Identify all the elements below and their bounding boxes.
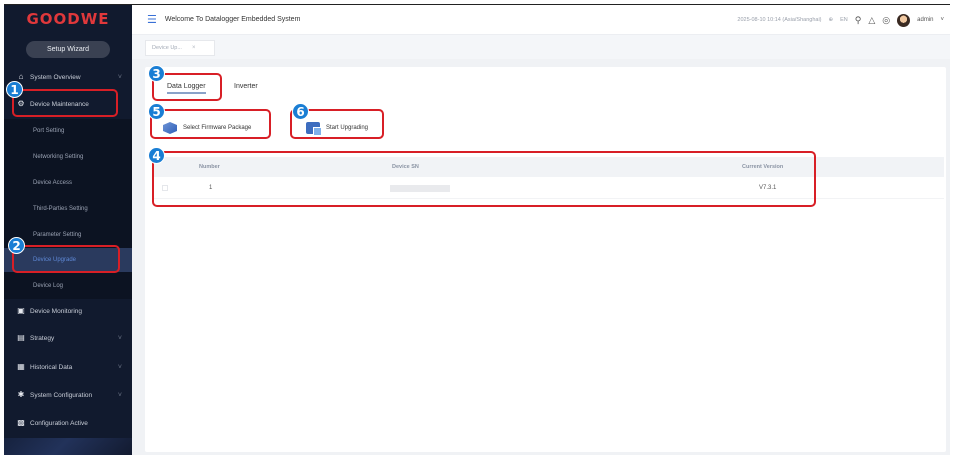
home-icon: ⌂	[18, 72, 24, 81]
sidebar-item-label: System Configuration	[30, 391, 93, 399]
tab-label: Device Up...	[152, 45, 182, 51]
sidebar-item-label: Historical Data	[30, 363, 73, 371]
sidebar-item-strategy[interactable]: ▤ Strategy ˅	[4, 327, 132, 349]
sidebar-item-system-overview[interactable]: ⌂ System Overview ˅	[4, 66, 132, 88]
callout-badge-3: 3	[148, 65, 165, 82]
header-tools: 2025-08-10 10:14 (Asia/Shanghai) ⊕ EN ⚲ …	[737, 5, 944, 35]
callout-badge-5: 5	[148, 103, 165, 120]
sidebar-item-third-parties-setting[interactable]: Third-Parties Setting	[4, 198, 132, 220]
page-tab-strip: Device Up... ×	[132, 35, 950, 59]
sidebar: GOODWE Setup Wizard ⌂ System Overview ˅ …	[4, 5, 132, 455]
sidebar-item-configuration-active[interactable]: ▩ Configuration Active	[4, 412, 132, 434]
highlight-select-firmware	[150, 109, 271, 139]
target-icon[interactable]: ◎	[882, 15, 890, 26]
highlight-device-upgrade	[12, 245, 120, 273]
app-window: GOODWE Setup Wizard ⌂ System Overview ˅ …	[4, 4, 950, 455]
chevron-down-icon: ˅	[117, 391, 122, 399]
globe-icon[interactable]: ⊕	[829, 17, 834, 23]
pin-icon[interactable]: ⚲	[855, 15, 862, 26]
menu-toggle-icon[interactable]: ☰	[147, 13, 157, 26]
sidebar-item-port-setting[interactable]: Port Setting	[4, 120, 132, 142]
close-icon[interactable]: ×	[192, 45, 196, 51]
history-icon: ▦	[17, 362, 25, 371]
sidebar-item-label: Strategy	[30, 334, 55, 342]
avatar[interactable]	[897, 13, 911, 27]
sidebar-item-device-log[interactable]: Device Log	[4, 275, 132, 297]
chevron-down-icon: ˅	[117, 334, 122, 342]
tab-device-upgrade[interactable]: Device Up... ×	[145, 40, 215, 56]
highlight-device-table	[152, 151, 816, 207]
page-title: Welcome To Datalogger Embedded System	[164, 16, 301, 23]
alarm-icon[interactable]: △	[868, 15, 875, 26]
monitor-icon: ▣	[17, 306, 25, 315]
chevron-down-icon: ˅	[117, 363, 122, 371]
setup-wizard-button[interactable]: Setup Wizard	[26, 41, 110, 58]
sidebar-item-label: Configuration Active	[30, 419, 88, 427]
chevron-down-icon: ˅	[117, 73, 122, 81]
highlight-device-maintenance	[12, 89, 118, 117]
sidebar-item-system-configuration[interactable]: ✱ System Configuration ˅	[4, 384, 132, 406]
sidebar-item-device-monitoring[interactable]: ▣ Device Monitoring	[4, 300, 132, 322]
datetime-text: 2025-08-10 10:14 (Asia/Shanghai)	[737, 17, 822, 23]
chevron-down-icon[interactable]: ˅	[940, 17, 944, 23]
tab-inverter[interactable]: Inverter	[234, 83, 258, 90]
sidebar-item-device-access[interactable]: Device Access	[4, 172, 132, 194]
callout-badge-6: 6	[292, 103, 309, 120]
callout-badge-1: 1	[6, 81, 23, 98]
config-icon: ▩	[17, 418, 25, 427]
sidebar-decoration	[4, 438, 132, 455]
sidebar-item-historical-data[interactable]: ▦ Historical Data ˅	[4, 356, 132, 378]
language-switch[interactable]: EN	[840, 17, 848, 23]
goodwe-logo: GOODWE	[26, 10, 110, 28]
sidebar-item-label: Device Monitoring	[30, 307, 83, 315]
strategy-icon: ▤	[17, 333, 25, 342]
top-header: ☰ Welcome To Datalogger Embedded System …	[132, 5, 950, 35]
sidebar-item-networking-setting[interactable]: Networking Setting	[4, 146, 132, 168]
user-menu[interactable]: admin	[917, 17, 933, 23]
callout-badge-4: 4	[148, 147, 165, 164]
callout-badge-2: 2	[8, 237, 25, 254]
sidebar-item-label: System Overview	[30, 73, 81, 81]
settings-icon: ✱	[17, 390, 25, 399]
